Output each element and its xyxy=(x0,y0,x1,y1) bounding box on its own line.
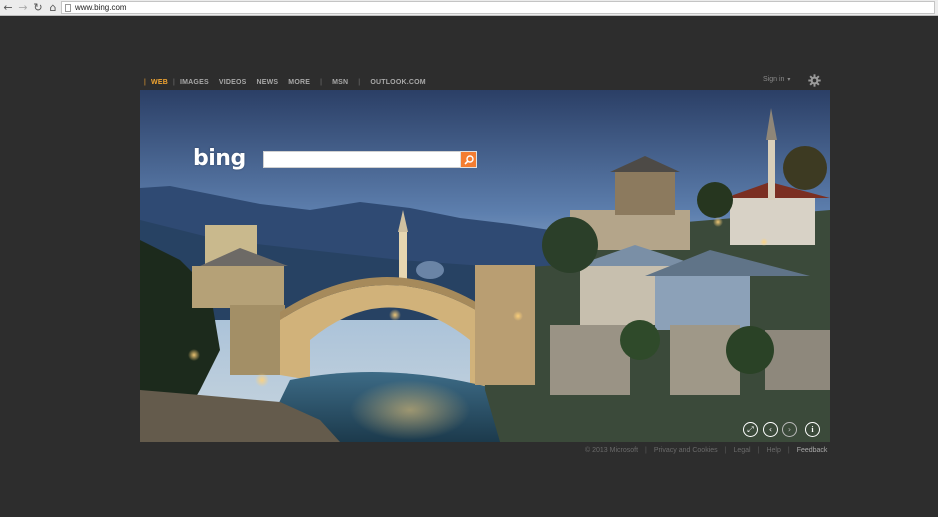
footer-link-legal[interactable]: Legal xyxy=(733,447,750,454)
nav-item-news[interactable]: NEWS xyxy=(256,79,278,86)
page-icon xyxy=(65,3,71,12)
bing-logo: bing xyxy=(193,146,246,171)
nav-item-videos[interactable]: VIDEOS xyxy=(219,79,247,86)
footer-separator: | xyxy=(757,447,760,454)
expand-icon: ⤢ xyxy=(747,424,754,434)
reload-icon: ↻ xyxy=(33,1,43,14)
hero-background-image xyxy=(140,90,830,442)
footer-link-privacy[interactable]: Privacy and Cookies xyxy=(654,447,718,454)
address-bar[interactable]: www.bing.com xyxy=(61,1,935,14)
scope-nav: | WEB | IMAGES VIDEOS NEWS MORE | MSN | … xyxy=(144,76,426,88)
chevron-right-icon: › xyxy=(787,425,792,434)
previous-image-button[interactable]: ‹ xyxy=(763,422,778,437)
footer-separator: | xyxy=(787,447,790,454)
address-bar-url: www.bing.com xyxy=(75,3,127,12)
info-icon: i xyxy=(811,425,814,434)
fullscreen-button[interactable]: ⤢ xyxy=(743,422,758,437)
nav-separator: | xyxy=(144,78,147,86)
nav-item-msn[interactable]: MSN xyxy=(332,79,348,86)
footer-separator: | xyxy=(645,447,647,454)
home-button[interactable]: ⌂ xyxy=(46,1,60,15)
footer-link-help[interactable]: Help xyxy=(766,447,780,454)
chevron-down-icon: ▾ xyxy=(787,77,791,83)
forward-button[interactable]: → xyxy=(16,1,30,15)
bing-homepage: | WEB | IMAGES VIDEOS NEWS MORE | MSN | … xyxy=(0,17,938,517)
search-input[interactable] xyxy=(263,151,461,168)
info-button[interactable]: i xyxy=(805,422,820,437)
nav-separator: | xyxy=(172,78,175,86)
signin-label: Sign in xyxy=(763,76,785,83)
back-arrow-icon: ← xyxy=(3,1,13,14)
nav-separator: | xyxy=(320,78,323,86)
chevron-left-icon: ‹ xyxy=(768,425,773,434)
nav-item-web[interactable]: WEB xyxy=(151,79,168,86)
footer-separator: | xyxy=(724,447,727,454)
signin-link[interactable]: Sign in ▾ xyxy=(763,76,790,83)
reload-button[interactable]: ↻ xyxy=(31,1,45,15)
back-button[interactable]: ← xyxy=(1,1,15,15)
gear-icon[interactable] xyxy=(808,74,821,87)
search-button[interactable] xyxy=(460,151,477,168)
nav-separator: | xyxy=(358,78,361,86)
next-image-button[interactable]: › xyxy=(782,422,797,437)
nav-item-outlook[interactable]: OUTLOOK.COM xyxy=(370,79,425,86)
home-icon: ⌂ xyxy=(49,1,57,14)
copyright-text: © 2013 Microsoft xyxy=(585,447,639,454)
footer: © 2013 Microsoft | Privacy and Cookies |… xyxy=(585,447,827,454)
footer-link-feedback[interactable]: Feedback xyxy=(797,447,828,454)
forward-arrow-icon: → xyxy=(18,1,28,14)
search-icon xyxy=(463,154,474,165)
browser-toolbar: ← → ↻ ⌂ www.bing.com xyxy=(0,0,938,16)
nav-item-images[interactable]: IMAGES xyxy=(180,79,209,86)
nav-item-more[interactable]: MORE xyxy=(288,79,310,86)
